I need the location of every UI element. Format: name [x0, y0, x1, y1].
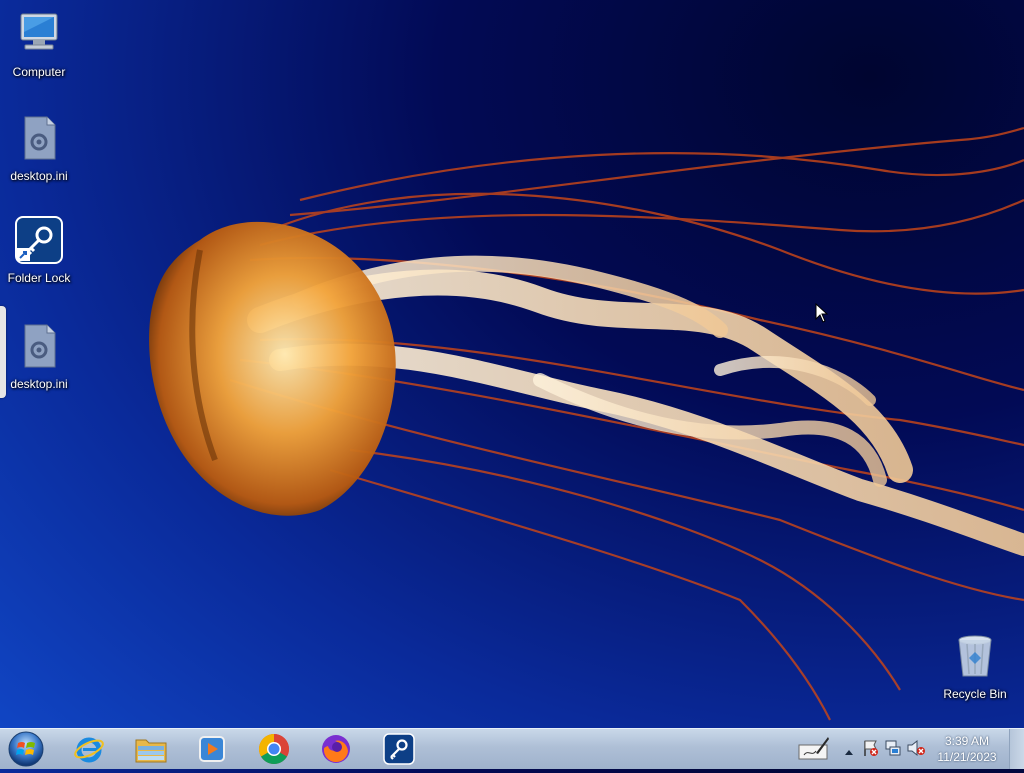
taskbar-folder-lock[interactable]: [376, 731, 422, 767]
system-tray: 3:39 AM 11/21/2023: [784, 729, 1024, 769]
recycle-bin-icon: [958, 635, 992, 677]
desktop-icon-desktop-ini-2[interactable]: desktop.ini: [1, 322, 77, 391]
network-icon: [885, 740, 901, 756]
taskbar-firefox[interactable]: [313, 731, 359, 767]
desktop-icon-recycle-bin[interactable]: Recycle Bin: [937, 632, 1013, 701]
tray-volume[interactable]: [906, 739, 926, 762]
desktop-icon-folder-lock[interactable]: Folder Lock: [1, 216, 77, 285]
desktop[interactable]: Computer desktop.ini Folder Lock desktop…: [0, 0, 1024, 728]
icon-label: Computer: [12, 65, 66, 79]
settings-file-icon: [24, 116, 56, 160]
tray-pen-input[interactable]: [798, 735, 830, 766]
internet-explorer-icon: [74, 737, 104, 763]
windows-start-icon: [8, 731, 44, 767]
volume-muted-icon: [907, 739, 925, 757]
mouse-pointer-icon: [815, 303, 829, 323]
tray-action-center[interactable]: [862, 739, 880, 762]
chrome-icon: [258, 734, 290, 765]
settings-file-icon: [24, 324, 56, 368]
desktop-icon-desktop-ini-1[interactable]: desktop.ini: [1, 114, 77, 183]
folder-lock-icon: [383, 733, 415, 765]
computer-icon: [20, 13, 58, 50]
taskbar-file-explorer[interactable]: [128, 731, 174, 767]
desktop-icon-computer[interactable]: Computer: [1, 10, 77, 79]
pen-tablet-icon: [798, 737, 829, 760]
side-panel-handle[interactable]: [0, 306, 6, 398]
firefox-icon: [322, 735, 350, 763]
action-center-flag-icon: [864, 740, 878, 756]
taskbar-media-player[interactable]: [189, 731, 235, 767]
taskbar-internet-explorer[interactable]: [66, 731, 112, 767]
tray-show-hidden-icons[interactable]: [844, 743, 854, 761]
tray-network[interactable]: [884, 739, 902, 762]
folder-lock-icon: [15, 216, 63, 264]
taskbar-clock[interactable]: 3:39 AM 11/21/2023: [932, 733, 1002, 765]
start-button[interactable]: [6, 730, 46, 768]
icon-label: Folder Lock: [7, 271, 71, 285]
taskbar-chrome[interactable]: [251, 731, 297, 767]
taskbar: 3:39 AM 11/21/2023: [0, 728, 1024, 769]
file-explorer-icon: [135, 739, 167, 763]
icon-label: Recycle Bin: [943, 687, 1007, 701]
show-desktop-button[interactable]: [1009, 729, 1024, 769]
clock-date: 11/21/2023: [937, 750, 997, 764]
icon-label: desktop.ini: [10, 169, 68, 183]
jellyfish-wallpaper: [149, 126, 1024, 721]
media-player-icon: [199, 736, 225, 762]
clock-time: 3:39 AM: [944, 734, 990, 748]
chevron-up-icon: [845, 750, 853, 755]
icon-label: desktop.ini: [10, 377, 68, 391]
